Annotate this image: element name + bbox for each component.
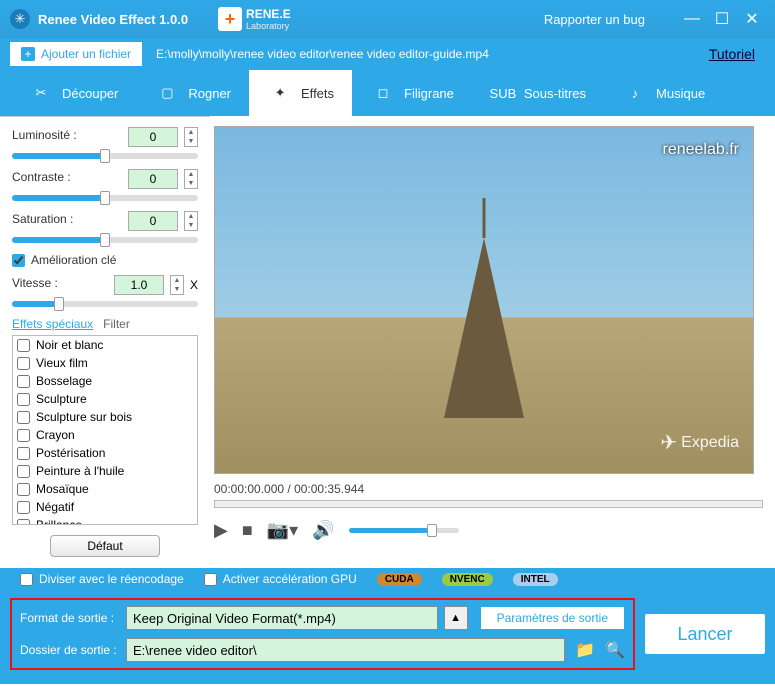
list-item: Postérisation bbox=[13, 444, 197, 462]
saturation-input[interactable] bbox=[128, 211, 178, 231]
app-title: Renee Video Effect 1.0.0 bbox=[38, 12, 188, 27]
output-params-button[interactable]: Paramètres de sortie bbox=[480, 606, 625, 630]
list-item: Peinture à l'huile bbox=[13, 462, 197, 480]
speed-slider[interactable] bbox=[12, 301, 198, 307]
list-item: Mosaïque bbox=[13, 480, 197, 498]
list-item: Négatif bbox=[13, 498, 197, 516]
contrast-label: Contraste : bbox=[12, 170, 71, 184]
volume-icon[interactable]: 🔊 bbox=[312, 520, 334, 541]
seek-bar[interactable] bbox=[214, 500, 763, 508]
brightness-spin[interactable]: ▲▼ bbox=[184, 127, 198, 147]
close-button[interactable]: ✕ bbox=[739, 9, 765, 29]
list-item: Bosselage bbox=[13, 372, 197, 390]
add-file-button[interactable]: Ajouter un fichier bbox=[10, 42, 142, 66]
scissors-icon: ✂ bbox=[28, 80, 54, 106]
output-settings-highlight: Format de sortie : Keep Original Video F… bbox=[10, 598, 635, 670]
folder-input[interactable]: E:\renee video editor\ bbox=[126, 638, 565, 662]
speed-spin[interactable]: ▲▼ bbox=[170, 275, 184, 295]
list-item: Sculpture sur bois bbox=[13, 408, 197, 426]
fx-tab-filter[interactable]: Filter bbox=[103, 317, 130, 331]
brand-icon: + bbox=[218, 7, 242, 31]
tab-crop[interactable]: ▢Rogner bbox=[136, 70, 249, 116]
crop-icon: ▢ bbox=[154, 80, 180, 106]
saturation-label: Saturation : bbox=[12, 212, 73, 226]
tab-cut[interactable]: ✂Découper bbox=[10, 70, 136, 116]
cuda-badge: CUDA bbox=[377, 573, 422, 586]
launch-button[interactable]: Lancer bbox=[645, 614, 765, 654]
brightness-label: Luminosité : bbox=[12, 128, 77, 142]
speed-label: Vitesse : bbox=[12, 276, 58, 290]
gpu-checkbox[interactable] bbox=[204, 573, 217, 586]
format-label: Format de sortie : bbox=[20, 611, 120, 625]
preview-watermark: reneelab.fr bbox=[663, 141, 740, 159]
list-item: Crayon bbox=[13, 426, 197, 444]
tab-effects[interactable]: ✦Effets bbox=[249, 70, 352, 116]
contrast-slider[interactable] bbox=[12, 195, 198, 201]
maximize-button[interactable]: ☐ bbox=[709, 9, 735, 29]
subtitle-icon: SUB bbox=[490, 80, 516, 106]
app-icon: ✳ bbox=[10, 9, 30, 29]
brand-logo-area: + RENE.E Laboratory bbox=[218, 7, 291, 31]
speed-suffix: X bbox=[190, 278, 198, 292]
play-button[interactable]: ▶ bbox=[214, 520, 228, 541]
contrast-input[interactable] bbox=[128, 169, 178, 189]
speed-input[interactable] bbox=[114, 275, 164, 295]
saturation-spin[interactable]: ▲▼ bbox=[184, 211, 198, 231]
brand-sub: Laboratory bbox=[246, 21, 291, 31]
report-bug-link[interactable]: Rapporter un bug bbox=[544, 12, 645, 27]
list-item: Sculpture bbox=[13, 390, 197, 408]
folder-label: Dossier de sortie : bbox=[20, 643, 120, 657]
contrast-spin[interactable]: ▲▼ bbox=[184, 169, 198, 189]
minimize-button[interactable]: — bbox=[679, 9, 705, 29]
format-combo[interactable]: Keep Original Video Format(*.mp4) bbox=[126, 606, 438, 630]
enhance-checkbox[interactable] bbox=[12, 254, 25, 267]
tab-watermark[interactable]: ◻Filigrane bbox=[352, 70, 472, 116]
brand-name: RENE.E bbox=[246, 7, 291, 21]
tutorial-link[interactable]: Tutoriel bbox=[709, 46, 755, 62]
tab-music[interactable]: ♪Musique bbox=[604, 70, 723, 116]
intel-badge: INTEL bbox=[513, 573, 558, 586]
volume-slider[interactable] bbox=[349, 528, 459, 533]
timecode: 00:00:00.000 / 00:00:35.944 bbox=[214, 482, 763, 496]
snapshot-button[interactable]: 📷▾ bbox=[267, 520, 298, 541]
tab-subtitles[interactable]: SUBSous-titres bbox=[472, 70, 604, 116]
search-folder-icon[interactable]: 🔍 bbox=[605, 640, 625, 660]
watermark-icon: ◻ bbox=[370, 80, 396, 106]
split-label: Diviser avec le réencodage bbox=[39, 572, 184, 586]
wand-icon: ✦ bbox=[267, 80, 293, 106]
split-checkbox[interactable] bbox=[20, 573, 33, 586]
browse-folder-icon[interactable]: 📁 bbox=[575, 640, 595, 660]
list-item: Vieux film bbox=[13, 354, 197, 372]
format-dropdown-button[interactable]: ▲ bbox=[444, 606, 468, 630]
enhance-label: Amélioration clé bbox=[31, 253, 116, 267]
fx-tab-special[interactable]: Effets spéciaux bbox=[12, 317, 93, 331]
brightness-input[interactable] bbox=[128, 127, 178, 147]
default-button[interactable]: Défaut bbox=[50, 535, 159, 557]
list-item: Brillance bbox=[13, 516, 197, 525]
brightness-slider[interactable] bbox=[12, 153, 198, 159]
stop-button[interactable]: ■ bbox=[242, 520, 253, 541]
fx-list[interactable]: Noir et blanc Vieux film Bosselage Sculp… bbox=[12, 335, 198, 525]
nvenc-badge: NVENC bbox=[442, 573, 493, 586]
saturation-slider[interactable] bbox=[12, 237, 198, 243]
gpu-label: Activer accélération GPU bbox=[223, 572, 357, 586]
music-icon: ♪ bbox=[622, 80, 648, 106]
file-path: E:\molly\molly\renee video editor\renee … bbox=[156, 47, 489, 61]
expedia-logo: ✈Expedia bbox=[660, 430, 739, 455]
list-item: Noir et blanc bbox=[13, 336, 197, 354]
video-preview: reneelab.fr ✈Expedia bbox=[214, 126, 754, 474]
